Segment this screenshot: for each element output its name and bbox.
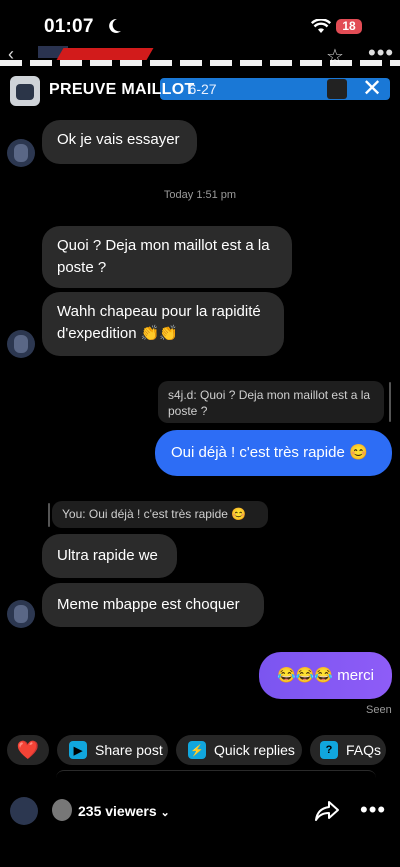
viewer-avatar (52, 799, 72, 821)
sender-avatar[interactable] (7, 330, 35, 358)
message-input[interactable] (56, 770, 376, 779)
message-bubble-outgoing[interactable]: 😂😂😂 merci (259, 652, 392, 699)
question-icon: ? (320, 741, 338, 759)
sender-avatar[interactable] (7, 600, 35, 628)
music-icon (327, 79, 347, 99)
viewers-count[interactable]: 235 viewers ⌄ (78, 803, 170, 819)
seen-status: Seen (366, 704, 392, 716)
reply-quote[interactable]: s4j.d: Quoi ? Deja mon maillot est a la … (158, 381, 384, 423)
banner-date: · 6-27 (180, 81, 217, 97)
group-avatar[interactable] (10, 76, 40, 106)
reply-quote[interactable]: You: Oui déjà ! c'est très rapide 😊 (52, 501, 268, 528)
message-bubble[interactable]: Wahh chapeau pour la rapidité d'expediti… (42, 292, 284, 356)
close-icon[interactable]: ✕ (362, 74, 382, 103)
message-bubble[interactable]: Quoi ? Deja mon maillot est a la poste ? (42, 226, 292, 288)
redaction-scribble (56, 48, 154, 60)
share-post-button[interactable]: ▶ Share post (57, 735, 168, 765)
sender-avatar[interactable] (7, 139, 35, 167)
message-bubble-outgoing[interactable]: Oui déjà ! c'est très rapide 😊 (155, 430, 392, 476)
divider-dashes (0, 60, 400, 66)
quick-replies-label: Quick replies (214, 742, 295, 758)
moon-icon (109, 18, 121, 33)
lightning-icon: ⚡ (188, 741, 206, 759)
quote-bar (389, 382, 391, 422)
more-icon[interactable]: ••• (360, 797, 386, 823)
quote-bar (48, 503, 50, 527)
message-bubble[interactable]: Ok je vais essayer (42, 120, 197, 164)
play-icon: ▶ (69, 741, 87, 759)
message-timestamp: Today 1:51 pm (163, 189, 237, 201)
host-avatar[interactable] (10, 797, 38, 825)
wifi-icon (311, 19, 331, 33)
chat-title[interactable]: PREUVE MAILLOT (49, 81, 195, 99)
message-bubble[interactable]: Meme mbappe est choquer (42, 583, 264, 627)
faqs-label: FAQs (346, 742, 382, 758)
share-icon[interactable] (314, 799, 340, 823)
quick-replies-button[interactable]: ⚡ Quick replies (176, 735, 302, 765)
heart-button[interactable]: ❤️ (7, 735, 49, 765)
battery-indicator: 18 (336, 19, 362, 34)
share-post-label: Share post (95, 742, 163, 758)
chevron-down-icon: ⌄ (160, 807, 170, 819)
message-bubble[interactable]: Ultra rapide we (42, 534, 177, 578)
viewers-label: 235 viewers (78, 803, 157, 819)
faqs-button[interactable]: ? FAQs (310, 735, 386, 765)
status-time: 01:07 (44, 16, 94, 37)
